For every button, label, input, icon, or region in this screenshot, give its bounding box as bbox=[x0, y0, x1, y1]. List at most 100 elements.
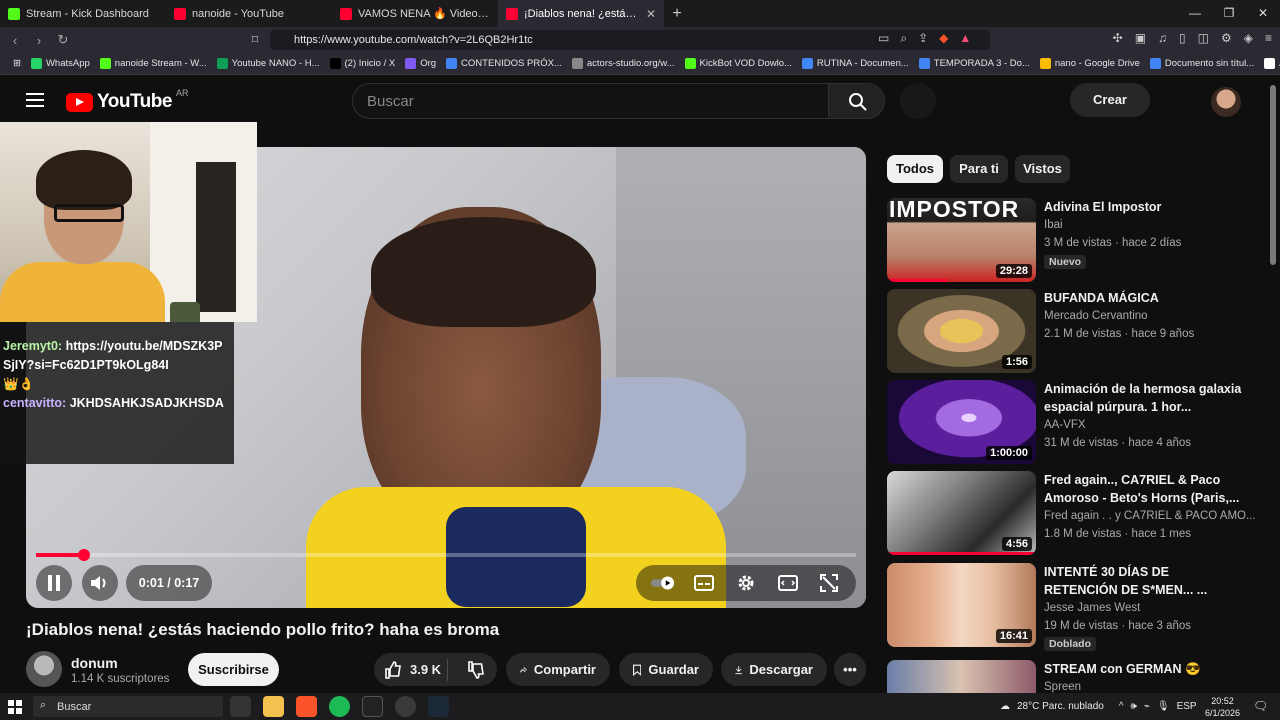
settings-button[interactable] bbox=[734, 571, 758, 595]
video-thumbnail[interactable]: 16:41 bbox=[887, 563, 1036, 647]
recommendation-title[interactable]: Animación de la hermosa galaxia espacial… bbox=[1044, 380, 1244, 416]
video-thumbnail[interactable]: 1:56 bbox=[887, 289, 1036, 373]
bookmark-item[interactable]: AI Image Upscaler |... bbox=[1259, 58, 1280, 69]
recommendation-item[interactable]: 16:41 INTENTÉ 30 DÍAS DE RETENCIÓN DE S*… bbox=[887, 563, 1267, 651]
browser-tab-active[interactable]: ¡Diablos nena! ¿estás haciend ✕ bbox=[498, 0, 664, 27]
bookmark-item[interactable]: (2) Inicio / X bbox=[325, 58, 401, 69]
volume-tray-icon[interactable]: 🕪 bbox=[1131, 701, 1137, 712]
hamburger-menu-icon[interactable] bbox=[26, 93, 44, 107]
recommendation-item[interactable]: 1:56 BUFANDA MÁGICA Mercado Cervantino 2… bbox=[887, 289, 1267, 373]
browser-tab[interactable]: VAMOS NENA 🔥 Video Oficial/Geam bbox=[332, 0, 498, 27]
music-icon[interactable]: ♫ bbox=[1158, 31, 1167, 45]
reload-icon[interactable]: ↻ bbox=[56, 32, 70, 48]
recommendation-channel[interactable]: Mercado Cervantino bbox=[1044, 310, 1148, 322]
recommendation-title[interactable]: Adivina El Impostor bbox=[1044, 198, 1244, 216]
bookmark-item[interactable]: actors-studio.org/w... bbox=[567, 58, 680, 69]
obs-icon[interactable] bbox=[395, 696, 416, 717]
new-tab-button[interactable]: + bbox=[664, 5, 690, 23]
bookmark-item[interactable]: TEMPORADA 3 - Do... bbox=[914, 58, 1035, 69]
minimize-button[interactable]: — bbox=[1178, 0, 1212, 27]
theater-mode-button[interactable] bbox=[776, 571, 800, 595]
video-thumbnail[interactable]: IMPOSTOR 29:28 bbox=[887, 198, 1036, 282]
bookmark-item[interactable]: KickBot VOD Dowlo... bbox=[680, 58, 797, 69]
network-icon[interactable]: ⌁ bbox=[1144, 701, 1150, 712]
bookmark-item[interactable]: WhatsApp bbox=[26, 58, 95, 69]
subtitles-button[interactable] bbox=[692, 571, 716, 595]
recommendation-item[interactable]: IMPOSTOR 29:28 Adivina El Impostor Ibai … bbox=[887, 198, 1267, 282]
brave-browser-icon[interactable] bbox=[296, 696, 317, 717]
chip-todos[interactable]: Todos bbox=[887, 155, 943, 183]
scrubber-handle[interactable] bbox=[78, 549, 91, 561]
subscribe-button[interactable]: Suscribirse bbox=[188, 653, 279, 686]
fullscreen-button[interactable] bbox=[817, 571, 841, 595]
recommendation-item[interactable]: 4:56 Fred again.., CA7RIEL & Paco Amoros… bbox=[887, 471, 1267, 555]
steam-icon[interactable] bbox=[428, 696, 449, 717]
screenshot-icon[interactable]: ▣ bbox=[1135, 31, 1146, 45]
create-button[interactable]: Crear bbox=[1070, 83, 1150, 117]
weather-text[interactable]: 28°C Parc. nublado bbox=[1017, 701, 1104, 712]
video-thumbnail[interactable]: 1:00:00 bbox=[887, 380, 1036, 464]
menu-icon[interactable]: ≡ bbox=[1265, 31, 1272, 45]
back-icon[interactable]: ‹ bbox=[8, 33, 22, 48]
pause-button[interactable] bbox=[36, 565, 72, 601]
video-thumbnail[interactable]: 4:56 bbox=[887, 471, 1036, 555]
bookmark-item[interactable]: Documento sin títul... bbox=[1145, 58, 1259, 69]
forward-icon[interactable]: › bbox=[32, 33, 46, 48]
channel-avatar[interactable] bbox=[26, 651, 62, 687]
channel-name[interactable]: donum bbox=[71, 655, 118, 671]
video-thumbnail[interactable] bbox=[887, 660, 1036, 693]
chip-para-ti[interactable]: Para ti bbox=[950, 155, 1008, 183]
vpn-icon[interactable]: ◈ bbox=[1244, 31, 1253, 45]
search-button[interactable] bbox=[828, 83, 885, 119]
cast-icon[interactable]: ▭ bbox=[878, 31, 889, 46]
clock[interactable]: 20:52 6/1/2026 bbox=[1205, 695, 1240, 719]
close-tab-icon[interactable]: ✕ bbox=[646, 7, 656, 21]
recommendation-title[interactable]: BUFANDA MÁGICA bbox=[1044, 289, 1244, 307]
more-actions-button[interactable]: ••• bbox=[834, 653, 866, 686]
apps-icon[interactable]: ⊞ bbox=[8, 58, 26, 69]
recommendation-channel[interactable]: Fred again . . y CA7RIEL & PACO AMO... bbox=[1044, 510, 1256, 522]
like-button[interactable]: 3.9 K bbox=[374, 658, 448, 681]
progress-bar[interactable] bbox=[36, 549, 856, 561]
share-icon[interactable]: ⇪ bbox=[918, 31, 928, 46]
language-indicator[interactable]: ESP bbox=[1177, 701, 1197, 712]
browser-tab[interactable]: Stream - Kick Dashboard bbox=[0, 0, 166, 27]
download-button[interactable]: Descargar bbox=[721, 653, 827, 686]
tray-chevron-icon[interactable]: ^ bbox=[1119, 701, 1124, 712]
microphone-icon[interactable]: 🎙 bbox=[1157, 701, 1170, 712]
recommendation-item[interactable]: 1:00:00 Animación de la hermosa galaxia … bbox=[887, 380, 1267, 464]
search-input[interactable]: Buscar bbox=[352, 83, 829, 119]
bookmark-item[interactable]: nanoide Stream - W... bbox=[95, 58, 212, 69]
app-icon[interactable] bbox=[362, 696, 383, 717]
voice-search-button[interactable] bbox=[900, 83, 936, 119]
recommendation-item[interactable]: STREAM con GERMAN 😎 Spreen bbox=[887, 660, 1267, 693]
autoplay-toggle[interactable] bbox=[650, 571, 675, 595]
settings-icon[interactable]: ⚙ bbox=[1221, 31, 1232, 45]
notifications-icon[interactable]: 🗨 bbox=[1253, 699, 1268, 713]
task-view-icon[interactable] bbox=[230, 696, 251, 717]
recommendation-title[interactable]: Fred again.., CA7RIEL & Paco Amoroso - B… bbox=[1044, 471, 1244, 507]
recommendation-title[interactable]: STREAM con GERMAN 😎 bbox=[1044, 660, 1244, 678]
bookmark-item[interactable]: Org bbox=[400, 58, 441, 69]
extensions-icon[interactable]: ✣ bbox=[1113, 31, 1123, 45]
recommendation-channel[interactable]: Ibai bbox=[1044, 219, 1063, 231]
dislike-button[interactable] bbox=[455, 660, 497, 679]
bookmark-item[interactable]: CONTENIDOS PRÓX... bbox=[441, 58, 567, 69]
taskbar-search[interactable]: ⌕ Buscar bbox=[33, 696, 223, 717]
bookmark-item[interactable]: Youtube NANO - H... bbox=[212, 58, 325, 69]
recommendation-channel[interactable]: AA-VFX bbox=[1044, 419, 1086, 431]
brave-shield-icon[interactable]: ◆ bbox=[939, 31, 948, 46]
page-scrollbar[interactable] bbox=[1270, 85, 1276, 265]
maximize-button[interactable]: ❐ bbox=[1212, 0, 1246, 27]
file-explorer-icon[interactable] bbox=[263, 696, 284, 717]
close-window-button[interactable]: ✕ bbox=[1246, 0, 1280, 27]
bookmark-icon[interactable]: ⌑ bbox=[248, 32, 262, 48]
chip-vistos[interactable]: Vistos bbox=[1015, 155, 1070, 183]
volume-button[interactable] bbox=[82, 565, 118, 601]
recommendation-title[interactable]: INTENTÉ 30 DÍAS DE RETENCIÓN DE S*MEN...… bbox=[1044, 563, 1244, 599]
spotify-icon[interactable] bbox=[329, 696, 350, 717]
browser-tab[interactable]: nanoide - YouTube bbox=[166, 0, 332, 27]
account-avatar[interactable] bbox=[1211, 87, 1241, 117]
youtube-logo[interactable]: YouTube AR bbox=[66, 88, 188, 113]
share-button[interactable]: Compartir bbox=[506, 653, 610, 686]
